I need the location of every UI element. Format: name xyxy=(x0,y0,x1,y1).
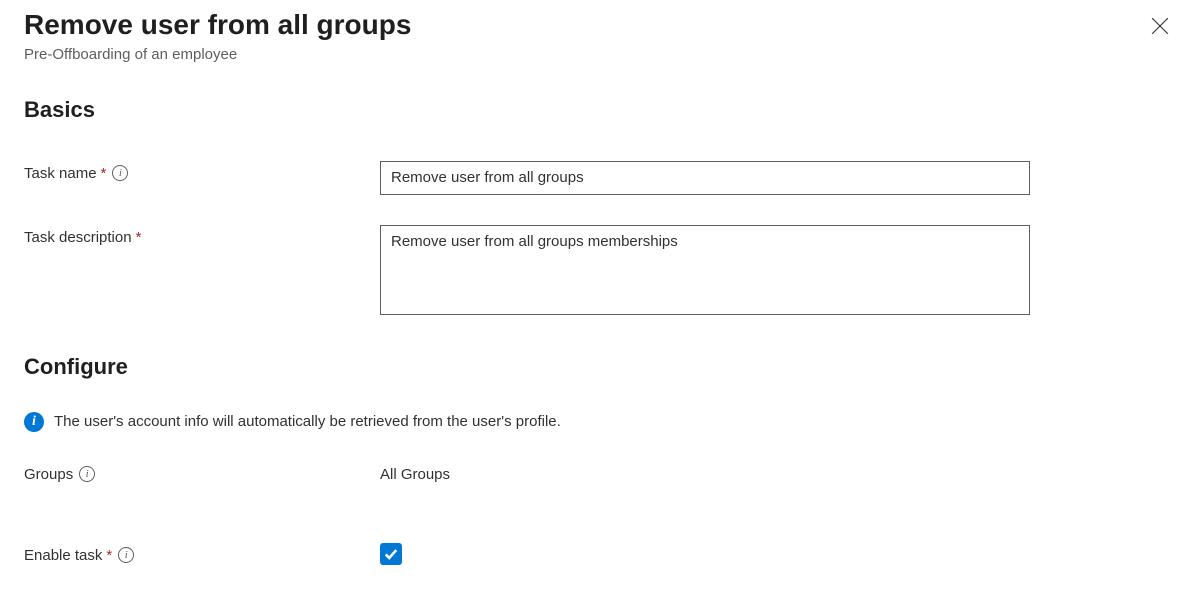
page-subtitle: Pre-Offboarding of an employee xyxy=(24,46,411,63)
field-task-name: Task name * i xyxy=(24,161,1176,195)
check-icon xyxy=(384,547,398,561)
task-description-label: Task description xyxy=(24,229,132,246)
task-name-input[interactable] xyxy=(380,161,1030,195)
required-marker: * xyxy=(106,547,112,564)
info-banner-icon: i xyxy=(24,412,44,432)
task-description-input[interactable] xyxy=(380,225,1030,315)
groups-label: Groups xyxy=(24,466,73,483)
enable-task-label: Enable task xyxy=(24,547,102,564)
required-marker: * xyxy=(101,165,107,182)
field-task-description: Task description * xyxy=(24,225,1176,320)
groups-value: All Groups xyxy=(380,462,450,483)
section-configure-heading: Configure xyxy=(24,354,1176,380)
info-icon[interactable]: i xyxy=(118,547,134,563)
info-icon[interactable]: i xyxy=(79,466,95,482)
info-icon[interactable]: i xyxy=(112,165,128,181)
section-basics-heading: Basics xyxy=(24,97,1176,123)
required-marker: * xyxy=(136,229,142,246)
field-groups: Groups i All Groups xyxy=(24,462,1176,483)
close-button[interactable] xyxy=(1144,10,1176,42)
page-title: Remove user from all groups xyxy=(24,8,411,42)
task-name-label: Task name xyxy=(24,165,97,182)
enable-task-checkbox[interactable] xyxy=(380,543,402,565)
close-icon xyxy=(1151,17,1169,35)
info-banner: i The user's account info will automatic… xyxy=(24,412,1176,432)
info-banner-text: The user's account info will automatical… xyxy=(54,413,561,430)
field-enable-task: Enable task * i xyxy=(24,543,1176,565)
